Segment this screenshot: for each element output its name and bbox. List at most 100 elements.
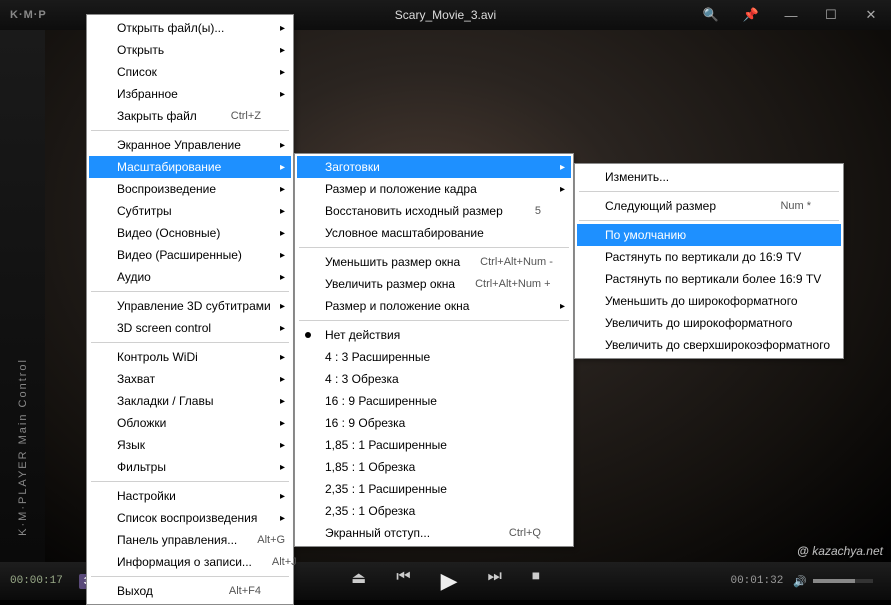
menu-item-label: Увеличить до широкоформатного [605,316,811,330]
menu-item-label: Панель управления... [117,533,237,547]
menu-item[interactable]: ВыходAlt+F4 [89,580,291,602]
menu-item-label: Избранное [117,87,261,101]
menu-item-label: Экранный отступ... [325,526,489,540]
menu-item[interactable]: Уменьшить до широкоформатного [577,290,841,312]
menu-item[interactable]: Обложки [89,412,291,434]
menu-item-label: Управление 3D субтитрами [117,299,271,313]
maximize-icon[interactable]: ☐ [811,0,851,30]
menu-item[interactable]: 3D screen control [89,317,291,339]
menu-item[interactable]: Масштабирование [89,156,291,178]
prev-button[interactable]: ⏮ [396,568,410,594]
menu-item-label: Экранное Управление [117,138,261,152]
volume-slider[interactable] [813,579,873,583]
menu-separator [299,247,569,248]
menu-item[interactable]: Экранное Управление [89,134,291,156]
menu-item-label: Заготовки [325,160,541,174]
menu-separator [299,320,569,321]
menu-item[interactable]: Воспроизведение [89,178,291,200]
time-total: 00:01:32 [720,575,793,587]
menu-item[interactable]: 1,85 : 1 Расширенные [297,434,571,456]
menu-item[interactable]: Следующий размерNum * [577,195,841,217]
search-icon[interactable]: 🔍 [691,0,731,30]
stop-button[interactable]: ⏹ [532,568,540,594]
menu-item[interactable]: Открыть [89,39,291,61]
menu-item[interactable]: 16 : 9 Обрезка [297,412,571,434]
menu-item-label: Увеличить до сверхширокоэформатного [605,338,830,352]
menu-item[interactable]: Закрыть файл Ctrl+Z [89,105,291,127]
menu-item-shortcut: Ctrl+Z [231,110,261,122]
menu-item[interactable]: 2,35 : 1 Обрезка [297,500,571,522]
volume-control[interactable]: 🔊 [793,575,873,588]
menu-item-label: Увеличить размер окна [325,277,455,291]
time-elapsed: 00:00:17 [0,575,73,587]
speaker-icon[interactable]: 🔊 [793,575,807,588]
play-button[interactable]: ▶ [441,568,458,594]
menu-item[interactable]: Список [89,61,291,83]
menu-item-label: Восстановить исходный размер [325,204,515,218]
menu-item[interactable]: Нет действия [297,324,571,346]
menu-item[interactable]: Избранное [89,83,291,105]
menu-item[interactable]: Экранный отступ... Ctrl+Q [297,522,571,544]
menu-item[interactable]: Условное масштабирование [297,222,571,244]
menu-item[interactable]: Восстановить исходный размер 5 [297,200,571,222]
pin-icon[interactable]: 📌 [731,0,771,30]
menu-item[interactable]: Аудио [89,266,291,288]
menu-item-label: Список [117,65,261,79]
menu-item[interactable]: Панель управления...Alt+G [89,529,291,551]
menu-item[interactable]: 4 : 3 Расширенные [297,346,571,368]
menu-item[interactable]: Растянуть по вертикали более 16:9 TV [577,268,841,290]
menu-item[interactable]: Закладки / Главы [89,390,291,412]
menu-item[interactable]: Фильтры [89,456,291,478]
context-menu-main: Открыть файл(ы)...Открыть Список Избранное… [86,14,294,605]
menu-item-label: Закрыть файл [117,109,211,123]
menu-item[interactable]: Заготовки [297,156,571,178]
menu-item[interactable]: 4 : 3 Обрезка [297,368,571,390]
menu-item[interactable]: Открыть файл(ы)... [89,17,291,39]
menu-separator [91,342,289,343]
menu-item[interactable]: Субтитры [89,200,291,222]
menu-item[interactable]: Информация о записи...Alt+J [89,551,291,573]
menu-item[interactable]: 1,85 : 1 Обрезка [297,456,571,478]
menu-item[interactable]: 2,35 : 1 Расширенные [297,478,571,500]
minimize-icon[interactable]: — [771,0,811,30]
radio-dot-icon [305,332,311,338]
menu-item-label: Язык [117,438,261,452]
menu-item-label: Видео (Основные) [117,226,261,240]
menu-item[interactable]: Размер и положение окна [297,295,571,317]
menu-item[interactable]: Захват [89,368,291,390]
menu-item[interactable]: Язык [89,434,291,456]
menu-item[interactable]: Растянуть по вертикали до 16:9 TV [577,246,841,268]
menu-item-label: 4 : 3 Расширенные [325,350,541,364]
menu-item-shortcut: Num * [780,200,811,212]
menu-item-label: Уменьшить до широкоформатного [605,294,811,308]
menu-item[interactable]: Увеличить до широкоформатного [577,312,841,334]
menu-item-label: 1,85 : 1 Расширенные [325,438,541,452]
menu-item[interactable]: Размер и положение кадра [297,178,571,200]
watermark: @ kazachya.net [797,544,883,558]
menu-item[interactable]: Видео (Расширенные) [89,244,291,266]
open-button[interactable]: ⏏ [351,568,366,594]
menu-item[interactable]: Список воспроизведения [89,507,291,529]
menu-item[interactable]: Управление 3D субтитрами [89,295,291,317]
menu-item[interactable]: Увеличить размер окнаCtrl+Alt+Num + [297,273,571,295]
next-button[interactable]: ⏭ [488,568,502,594]
menu-item-label: 16 : 9 Обрезка [325,416,541,430]
menu-item[interactable]: Уменьшить размер окнаCtrl+Alt+Num - [297,251,571,273]
menu-item-label: Выход [117,584,209,598]
menu-item[interactable]: По умолчанию [577,224,841,246]
menu-item[interactable]: 16 : 9 Расширенные [297,390,571,412]
menu-item[interactable]: Видео (Основные) [89,222,291,244]
menu-item[interactable]: Настройки [89,485,291,507]
menu-item-shortcut: 5 [535,205,541,217]
menu-separator [91,576,289,577]
close-icon[interactable]: ✕ [851,0,891,30]
transport-controls: ⏏ ⏮ ▶ ⏭ ⏹ [351,568,540,594]
sidebar: K·M·PLAYER Main Control [0,30,45,562]
menu-item-label: Информация о записи... [117,555,252,569]
menu-item[interactable]: Контроль WiDi [89,346,291,368]
menu-item-shortcut: Ctrl+Q [509,527,541,539]
menu-item-label: Фильтры [117,460,261,474]
menu-item[interactable]: Увеличить до сверхширокоэформатного [577,334,841,356]
menu-item[interactable]: Изменить... [577,166,841,188]
menu-item-label: По умолчанию [605,228,811,242]
